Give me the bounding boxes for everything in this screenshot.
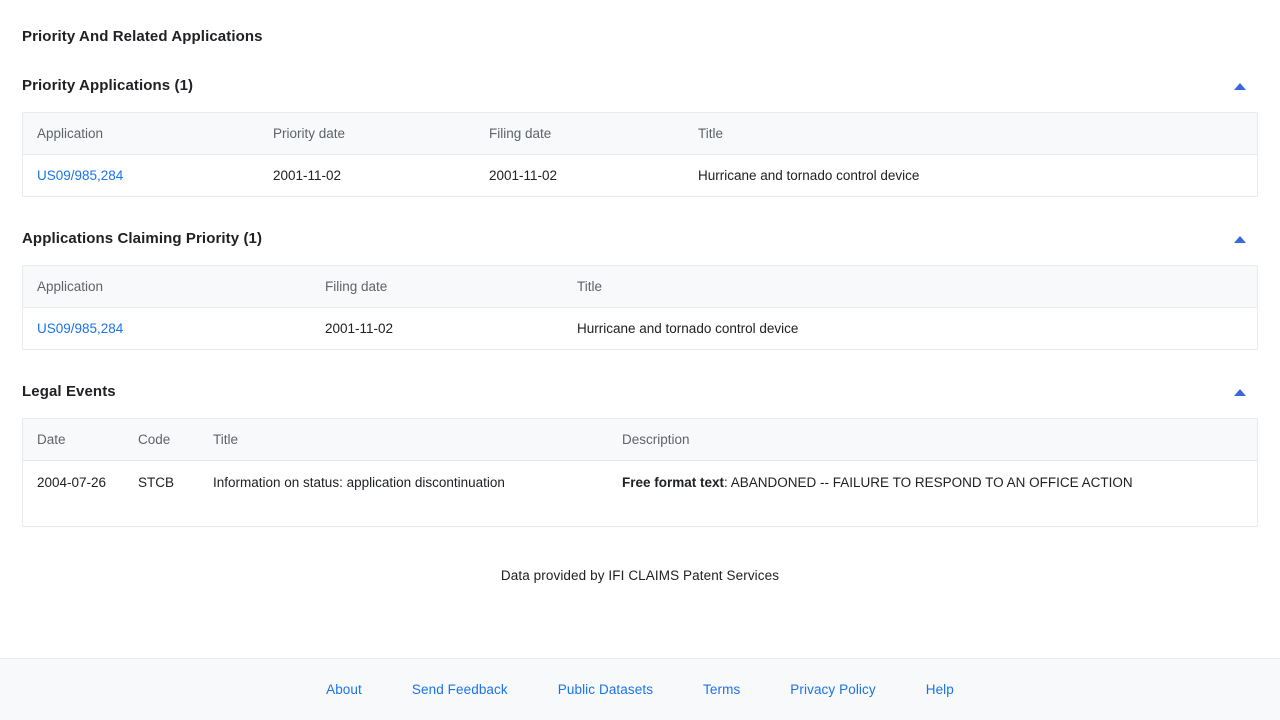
- table-header-row: Application Priority date Filing date Ti…: [23, 113, 1257, 155]
- cell-filing-date: 2001-11-02: [489, 168, 558, 183]
- data-attribution: Data provided by IFI CLAIMS Patent Servi…: [500, 568, 780, 583]
- page-footer: About Send Feedback Public Datasets Term…: [0, 658, 1280, 720]
- triangle-up-icon[interactable]: [1228, 227, 1252, 251]
- column-header-filing-date: Filing date: [325, 266, 577, 308]
- cell-application: US09/985,284: [23, 308, 325, 350]
- section-title: Priority Applications (1): [22, 77, 194, 94]
- table-row: US09/985,284 2001-11-02 Hurricane and to…: [23, 308, 1257, 350]
- cell-title: Hurricane and tornado control device: [577, 321, 799, 336]
- footer-link-help[interactable]: Help: [901, 682, 979, 697]
- section-title: Applications Claiming Priority (1): [22, 230, 263, 247]
- cell-filing-date: 2001-11-02: [325, 321, 394, 336]
- footer-link-about[interactable]: About: [301, 682, 387, 697]
- cell-code: STCB: [138, 475, 175, 490]
- column-header-filing-date: Filing date: [489, 113, 698, 155]
- application-link[interactable]: US09/985,284: [37, 168, 123, 183]
- column-header-title: Title: [213, 419, 622, 461]
- section-title: Legal Events: [22, 383, 116, 400]
- legal-events-table-wrapper: Date Code Title Description 2004-07-26 S…: [22, 418, 1258, 527]
- description-label: Free format text: [622, 475, 725, 490]
- cell-title: Hurricane and tornado control device: [698, 168, 920, 183]
- section-header-legal-events[interactable]: Legal Events: [22, 375, 1258, 409]
- table-row: 2004-07-26 STCB Information on status: a…: [23, 461, 1257, 527]
- column-header-title: Title: [698, 113, 1257, 155]
- table-header: Application Filing date Title: [23, 266, 1257, 308]
- table-row: US09/985,284 2001-11-02 2001-11-02 Hurri…: [23, 155, 1257, 197]
- column-header-application: Application: [23, 266, 325, 308]
- section-priority-applications: Priority Applications (1) Application Pr…: [22, 69, 1258, 197]
- cell-description: Free format text: ABANDONED -- FAILURE T…: [622, 461, 1257, 527]
- cell-priority-date: 2001-11-02: [273, 168, 342, 183]
- priority-applications-table-wrapper: Application Priority date Filing date Ti…: [22, 112, 1258, 197]
- column-header-description: Description: [622, 419, 1257, 461]
- legal-events-table: Date Code Title Description 2004-07-26 S…: [23, 419, 1257, 526]
- footer-link-privacy-policy[interactable]: Privacy Policy: [765, 682, 900, 697]
- column-header-application: Application: [23, 113, 273, 155]
- table-body: US09/985,284 2001-11-02 Hurricane and to…: [23, 308, 1257, 350]
- section-legal-events: Legal Events Date Code Title Description: [22, 375, 1258, 527]
- triangle-up-icon[interactable]: [1228, 74, 1252, 98]
- footer-link-terms[interactable]: Terms: [678, 682, 765, 697]
- cell-date: 2004-07-26: [37, 475, 107, 490]
- triangle-up-icon[interactable]: [1228, 380, 1252, 404]
- application-link[interactable]: US09/985,284: [37, 321, 123, 336]
- page-title: Priority And Related Applications: [22, 28, 263, 45]
- table-body: US09/985,284 2001-11-02 2001-11-02 Hurri…: [23, 155, 1257, 197]
- column-header-date: Date: [23, 419, 138, 461]
- section-header-applications-claiming-priority[interactable]: Applications Claiming Priority (1): [22, 222, 1258, 256]
- footer-link-send-feedback[interactable]: Send Feedback: [387, 682, 533, 697]
- table-header: Date Code Title Description: [23, 419, 1257, 461]
- table-header-row: Date Code Title Description: [23, 419, 1257, 461]
- footer-link-public-datasets[interactable]: Public Datasets: [533, 682, 678, 697]
- table-header: Application Priority date Filing date Ti…: [23, 113, 1257, 155]
- main-content: Priority And Related Applications Priori…: [0, 0, 1280, 658]
- priority-applications-table: Application Priority date Filing date Ti…: [23, 113, 1257, 196]
- section-applications-claiming-priority: Applications Claiming Priority (1) Appli…: [22, 222, 1258, 350]
- page-root: Priority And Related Applications Priori…: [0, 0, 1280, 720]
- description-text: : ABANDONED -- FAILURE TO RESPOND TO AN …: [724, 475, 1133, 490]
- cell-application: US09/985,284: [23, 155, 273, 197]
- section-header-priority-applications[interactable]: Priority Applications (1): [22, 69, 1258, 103]
- table-body: 2004-07-26 STCB Information on status: a…: [23, 461, 1257, 527]
- column-header-priority-date: Priority date: [273, 113, 489, 155]
- table-header-row: Application Filing date Title: [23, 266, 1257, 308]
- column-header-code: Code: [138, 419, 213, 461]
- applications-claiming-priority-table-wrapper: Application Filing date Title US09/985,2…: [22, 265, 1258, 350]
- column-header-title: Title: [577, 266, 1257, 308]
- cell-title: Information on status: application disco…: [213, 475, 505, 490]
- applications-claiming-priority-table: Application Filing date Title US09/985,2…: [23, 266, 1257, 349]
